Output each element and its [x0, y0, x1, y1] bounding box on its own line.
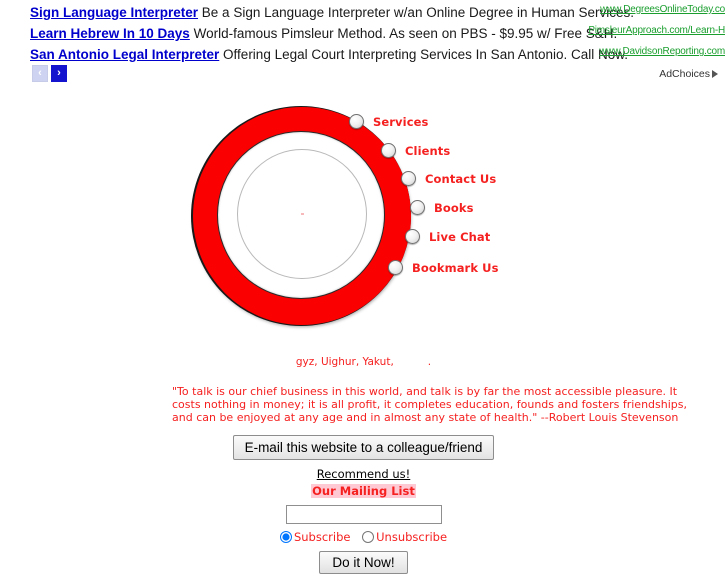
- adchoices-link[interactable]: AdChoices: [659, 68, 718, 80]
- languages-trailing-dot: .: [427, 356, 432, 368]
- quote-line: and can be enjoyed at any age and in alm…: [172, 411, 679, 424]
- menu-item-label: Books: [434, 200, 474, 215]
- chevron-right-icon: ›: [57, 67, 61, 80]
- menu-item-books[interactable]: Books: [410, 199, 474, 216]
- ad-url-link[interactable]: www.DavidsonReporting.com: [599, 41, 725, 62]
- bullet-icon: [381, 143, 396, 159]
- ad-url-link[interactable]: PimsleurApproach.com/Learn-H: [588, 20, 725, 41]
- menu-item-label: Live Chat: [429, 229, 491, 244]
- quote-block: "To talk is our chief business in this w…: [0, 385, 727, 424]
- menu-item-services[interactable]: Services: [349, 113, 429, 130]
- mailing-list-heading: Our Mailing List: [311, 484, 416, 498]
- circle-menu-graphic: Services Clients Contact Us Books Live C…: [0, 107, 727, 357]
- chevron-left-icon: ‹: [38, 67, 42, 80]
- unsubscribe-radio-label[interactable]: Unsubscribe: [362, 530, 447, 544]
- ad-navigation-row: ‹ › AdChoices: [0, 65, 727, 89]
- menu-item-label: Services: [373, 114, 429, 129]
- languages-text: gyz, Uighur, Yakut,: [295, 356, 394, 368]
- submit-subscription-button[interactable]: Do it Now!: [319, 551, 408, 574]
- menu-item-label: Contact Us: [425, 171, 497, 186]
- ad-description: World-famous Pimsleur Method. As seen on…: [193, 26, 618, 41]
- menu-item-contact-us[interactable]: Contact Us: [401, 170, 497, 187]
- unsubscribe-label-text: Unsubscribe: [376, 530, 448, 544]
- subscribe-radio[interactable]: [279, 531, 292, 543]
- subscribe-label-text: Subscribe: [293, 530, 351, 544]
- menu-item-bookmark-us[interactable]: Bookmark Us: [388, 259, 499, 276]
- ad-title-link[interactable]: Sign Language Interpreter: [30, 5, 198, 20]
- mailing-list-email-input[interactable]: [285, 505, 442, 524]
- menu-item-clients[interactable]: Clients: [381, 142, 451, 159]
- ad-row: San Antonio Legal Interpreter Offering L…: [0, 44, 727, 65]
- bullet-icon: [401, 171, 416, 187]
- unsubscribe-radio[interactable]: [362, 531, 375, 543]
- menu-item-label: Bookmark Us: [412, 260, 499, 275]
- recommend-us-link[interactable]: Recommend us!: [0, 467, 727, 481]
- mailing-form-area: E-mail this website to a colleague/frien…: [0, 435, 727, 574]
- ad-description: Offering Legal Court Interpreting Servic…: [223, 47, 629, 62]
- bullet-icon: [388, 260, 403, 276]
- menu-item-live-chat[interactable]: Live Chat: [405, 228, 491, 245]
- ring-graphic: [193, 107, 423, 327]
- next-ad-button[interactable]: ›: [51, 65, 67, 83]
- ad-block: Sign Language Interpreter Be a Sign Lang…: [0, 0, 727, 89]
- bullet-icon: [410, 200, 425, 216]
- ad-url-link[interactable]: www.DegreesOnlineToday.co: [600, 0, 725, 20]
- languages-line: gyz, Uighur, Yakut,.: [0, 356, 727, 370]
- menu-item-label: Clients: [405, 143, 451, 158]
- ring-center-dot: [301, 213, 304, 215]
- bullet-icon: [349, 114, 364, 130]
- ad-title-link[interactable]: San Antonio Legal Interpreter: [30, 47, 219, 62]
- subscribe-radio-label[interactable]: Subscribe: [279, 530, 351, 544]
- quote-line: costs nothing in money; it is all profit…: [172, 398, 687, 411]
- email-website-to-friend-button[interactable]: E-mail this website to a colleague/frien…: [232, 435, 495, 460]
- bullet-icon: [405, 229, 420, 245]
- previous-ad-button[interactable]: ‹: [32, 65, 48, 83]
- adchoices-triangle-icon: [712, 70, 718, 78]
- ad-description: Be a Sign Language Interpreter w/an Onli…: [201, 5, 635, 20]
- subscription-radio-row: Subscribe Unsubscribe: [0, 530, 727, 544]
- ad-title-link[interactable]: Learn Hebrew In 10 Days: [30, 26, 190, 41]
- adchoices-label: AdChoices: [659, 68, 710, 80]
- quote-line: "To talk is our chief business in this w…: [172, 385, 678, 398]
